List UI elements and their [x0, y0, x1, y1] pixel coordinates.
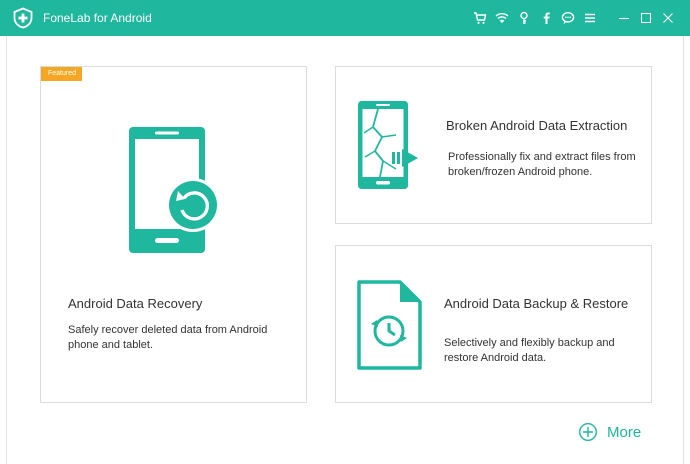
featured-badge: Featured	[41, 67, 83, 81]
more-label: More	[607, 423, 642, 441]
broken-android-data-extraction-title: Broken Android Data Extraction	[446, 118, 628, 133]
backup-restore-file-icon	[357, 280, 422, 370]
broken-android-data-extraction-description: Professionally fix and extract files fro…	[448, 151, 636, 178]
close-icon[interactable]	[658, 8, 678, 28]
android-data-recovery-description: Safely recover deleted data from Android…	[68, 324, 268, 351]
main-content: Featured Android Data Recovery Safely re…	[6, 36, 684, 464]
menu-icon[interactable]	[580, 8, 600, 28]
plus-circle-icon	[578, 422, 598, 442]
app-title: FoneLab for Android	[43, 11, 152, 25]
android-data-recovery-card[interactable]: Featured Android Data Recovery Safely re…	[40, 66, 307, 403]
cart-icon[interactable]	[470, 8, 490, 28]
chat-icon[interactable]	[558, 8, 578, 28]
android-data-recovery-title: Android Data Recovery	[68, 296, 203, 311]
title-bar-actions	[468, 8, 678, 28]
title-bar: FoneLab for Android	[0, 0, 690, 36]
broken-phone-extract-icon	[358, 101, 418, 189]
android-data-backup-restore-description: Selectively and flexibly backup and rest…	[444, 337, 615, 364]
maximize-icon[interactable]	[636, 8, 656, 28]
facebook-icon[interactable]	[536, 8, 556, 28]
key-icon[interactable]	[514, 8, 534, 28]
minimize-icon[interactable]	[614, 8, 634, 28]
more-button[interactable]: More	[578, 420, 641, 444]
wifi-icon[interactable]	[492, 8, 512, 28]
app-logo-icon	[13, 7, 33, 29]
android-data-backup-restore-card[interactable]: Android Data Backup & Restore Selectivel…	[335, 245, 652, 403]
android-data-backup-restore-title: Android Data Backup & Restore	[444, 296, 629, 311]
phone-recovery-icon	[129, 127, 220, 253]
broken-android-data-extraction-card[interactable]: Broken Android Data Extraction Professio…	[335, 66, 652, 224]
